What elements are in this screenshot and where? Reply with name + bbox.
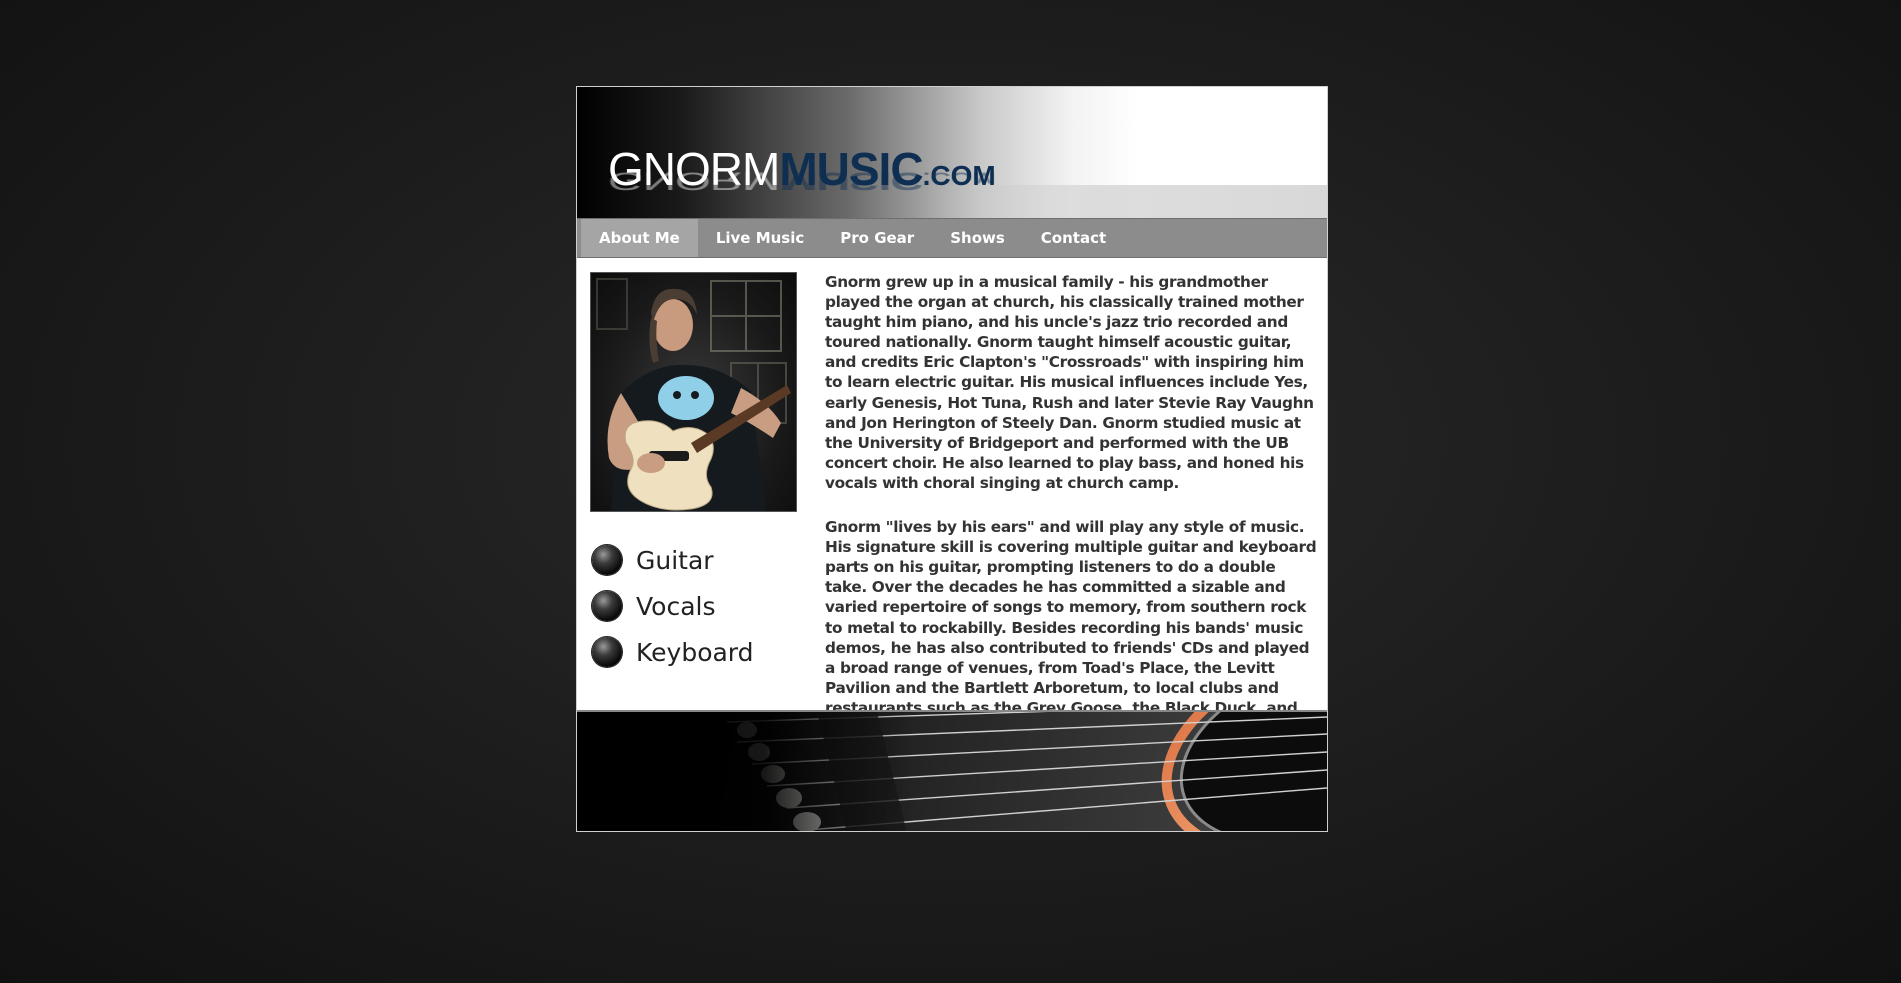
footer-banner <box>577 710 1327 831</box>
skill-item-guitar: Guitar <box>592 537 754 583</box>
nav-item-live-music[interactable]: Live Music <box>698 219 822 257</box>
logo-reflection: GNORMMUSIC.COM <box>608 167 996 196</box>
person-hand <box>637 453 665 473</box>
logo-reflection-gnorm: GNORM <box>608 167 780 196</box>
dark-orb-icon <box>592 545 622 575</box>
shirt-graphic <box>658 376 714 420</box>
skill-item-vocals: Vocals <box>592 583 754 629</box>
logo-reflection-music: MUSIC <box>779 167 923 196</box>
skill-item-keyboard: Keyboard <box>592 629 754 675</box>
nav-item-pro-gear[interactable]: Pro Gear <box>822 219 932 257</box>
skill-label: Vocals <box>636 591 716 621</box>
dark-orb-icon <box>592 637 622 667</box>
guitarist-photo-illustration <box>596 278 791 511</box>
bio-paragraph: Gnorm grew up in a musical family - his … <box>825 273 1314 492</box>
nav-item-shows[interactable]: Shows <box>932 219 1023 257</box>
guitar-strings-illustration <box>577 712 1327 831</box>
bio-paragraph: Gnorm "lives by his ears" and will play … <box>825 518 1317 737</box>
logo-reflection-dotcom: .COM <box>922 169 996 187</box>
nav-item-about-me[interactable]: About Me <box>581 219 698 257</box>
skill-label: Guitar <box>636 545 714 575</box>
dark-orb-icon <box>592 591 622 621</box>
main-nav: About Me Live Music Pro Gear Shows Conta… <box>577 218 1327 258</box>
profile-photo <box>590 272 797 512</box>
bio-text: Gnorm grew up in a musical family - his … <box>825 272 1317 762</box>
nav-item-contact[interactable]: Contact <box>1023 219 1124 257</box>
site-header: GNORMMUSIC.COM GNORMMUSIC.COM <box>577 87 1327 218</box>
skill-label: Keyboard <box>636 637 754 667</box>
skills-list: Guitar Vocals Keyboard <box>592 537 754 675</box>
page-container: GNORMMUSIC.COM GNORMMUSIC.COM About Me L… <box>576 86 1328 832</box>
